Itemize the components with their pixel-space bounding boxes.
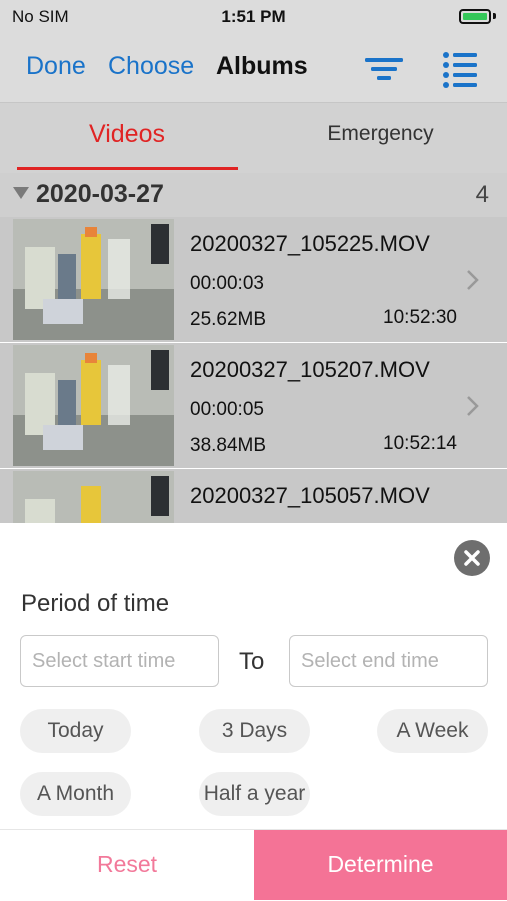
video-thumbnail	[13, 345, 174, 466]
close-button[interactable]	[454, 540, 490, 576]
video-filename: 20200327_105225.MOV	[190, 231, 430, 256]
range-month-button[interactable]: A Month	[20, 772, 131, 816]
tab-videos[interactable]: Videos	[0, 120, 254, 149]
start-time-input[interactable]	[20, 635, 219, 687]
video-thumbnail	[13, 219, 174, 340]
range-3-days-button[interactable]: 3 Days	[199, 709, 310, 753]
video-row[interactable]: 20200327_105057.MOV	[0, 469, 507, 523]
video-thumbnail	[13, 471, 174, 523]
battery-cap	[493, 13, 496, 19]
video-row[interactable]: 20200327_105225.MOV 00:00:03 25.62MB 10:…	[0, 217, 507, 343]
clock: 1:51 PM	[221, 7, 286, 26]
determine-button[interactable]: Determine	[254, 830, 507, 900]
section-count: 4	[475, 181, 489, 208]
end-time-input[interactable]	[289, 635, 488, 687]
chevron-right-icon	[462, 265, 484, 295]
done-button[interactable]: Done	[26, 52, 86, 81]
video-duration: 00:00:03	[190, 273, 264, 294]
video-size: 38.84MB	[190, 435, 267, 456]
video-list[interactable]: 20200327_105225.MOV 00:00:03 25.62MB 10:…	[0, 217, 507, 523]
period-of-time-label: Period of time	[21, 590, 170, 617]
range-today-button[interactable]: Today	[20, 709, 131, 753]
to-label: To	[239, 648, 265, 675]
collapse-caret-icon[interactable]	[13, 187, 29, 199]
battery-icon	[459, 9, 491, 24]
range-week-button[interactable]: A Week	[377, 709, 488, 753]
video-row[interactable]: 20200327_105207.MOV 00:00:05 38.84MB 10:…	[0, 343, 507, 469]
video-time: 10:52:14	[383, 433, 457, 454]
video-duration: 00:00:05	[190, 399, 264, 420]
video-time: 10:52:30	[383, 307, 457, 328]
tab-emergency[interactable]: Emergency	[254, 122, 507, 146]
section-date: 2020-03-27	[36, 180, 164, 208]
reset-button[interactable]: Reset	[0, 830, 254, 900]
list-view-icon[interactable]	[440, 48, 480, 88]
page-title: Albums	[216, 52, 308, 80]
video-filename: 20200327_105207.MOV	[190, 357, 430, 382]
choose-button[interactable]: Choose	[108, 52, 194, 81]
video-filename: 20200327_105057.MOV	[190, 483, 430, 508]
active-tab-indicator	[17, 167, 238, 170]
close-icon	[464, 550, 480, 566]
range-half-year-button[interactable]: Half a year	[199, 772, 310, 816]
chevron-right-icon	[462, 391, 484, 421]
filter-icon[interactable]	[363, 52, 405, 86]
video-size: 25.62MB	[190, 309, 267, 330]
